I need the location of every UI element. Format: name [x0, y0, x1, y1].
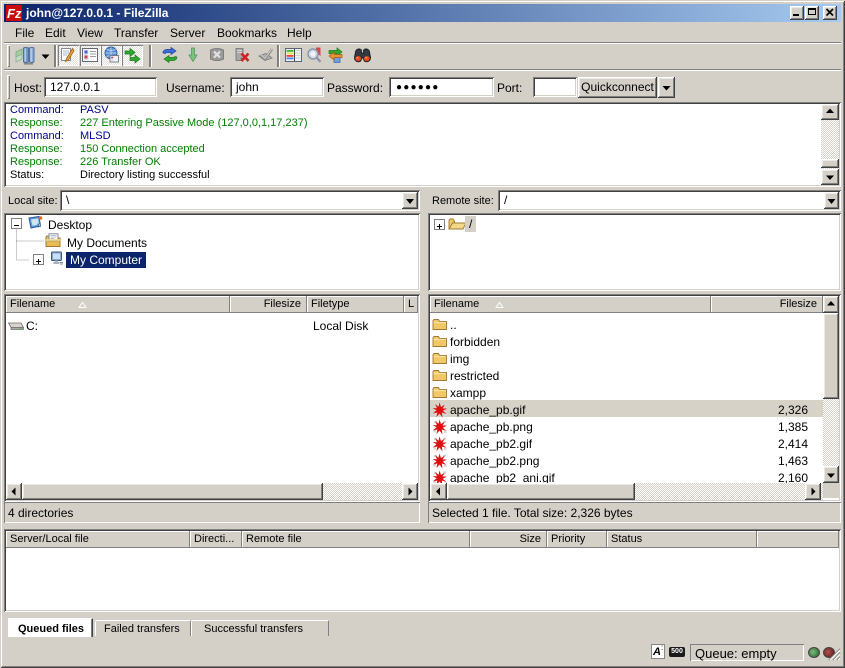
- svg-text:Fz: Fz: [7, 6, 22, 21]
